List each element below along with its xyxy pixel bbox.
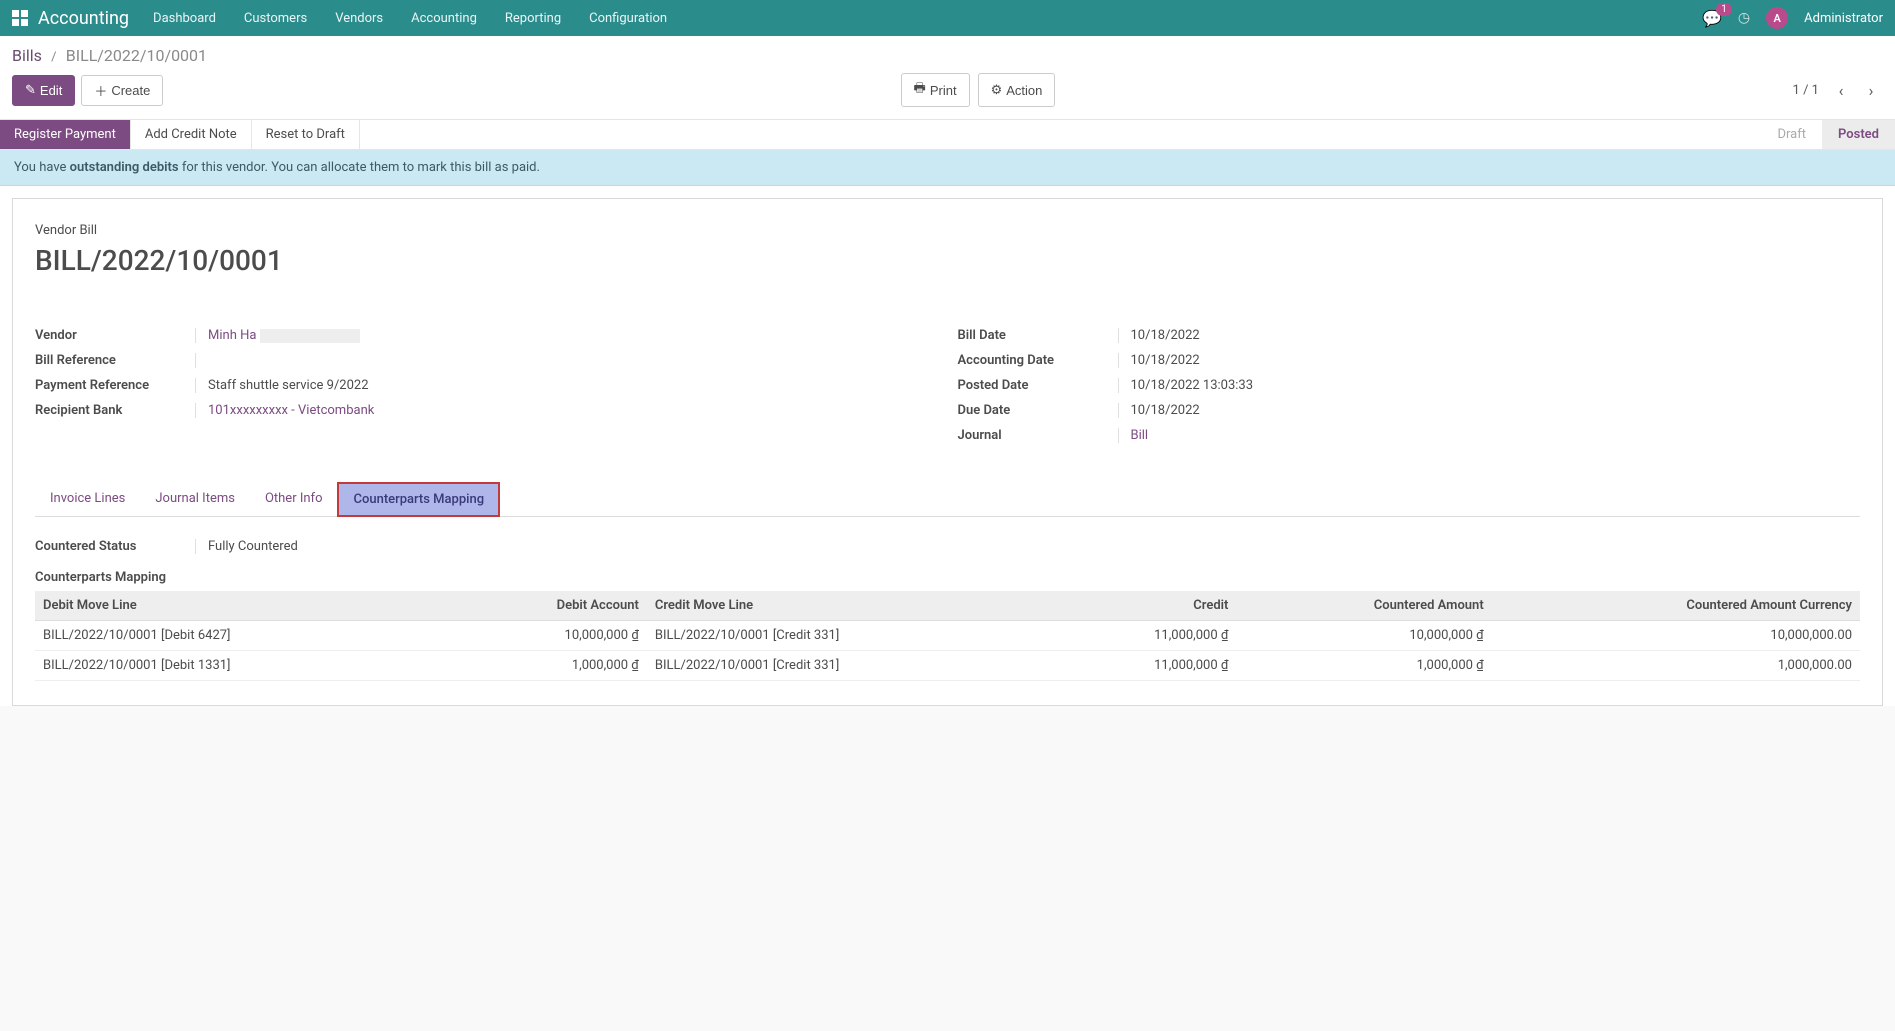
print-icon: 🖶 — [914, 79, 926, 101]
redacted-icon — [260, 329, 360, 343]
bill-date-label: Bill Date — [958, 328, 1118, 343]
table-row[interactable]: BILL/2022/10/0001 [Debit 6427] 10,000,00… — [35, 621, 1860, 651]
action-bar: Register Payment Add Credit Note Reset t… — [0, 119, 1895, 150]
nav-vendors[interactable]: Vendors — [335, 11, 383, 26]
chat-badge: 1 — [1716, 3, 1732, 16]
counterparts-table: Debit Move Line Debit Account Credit Mov… — [35, 591, 1860, 681]
pencil-icon: ✎ — [25, 82, 36, 98]
add-credit-note-button[interactable]: Add Credit Note — [131, 120, 252, 149]
bill-date-value: 10/18/2022 — [1118, 328, 1861, 343]
countered-status-label: Countered Status — [35, 539, 195, 554]
tab-journal-items[interactable]: Journal Items — [140, 482, 250, 517]
col-debit-move-line[interactable]: Debit Move Line — [35, 591, 448, 621]
bill-reference-label: Bill Reference — [35, 353, 195, 368]
tabs: Invoice Lines Journal Items Other Info C… — [35, 482, 1860, 517]
posted-date-label: Posted Date — [958, 378, 1118, 393]
register-payment-button[interactable]: Register Payment — [0, 120, 131, 149]
nav-reporting[interactable]: Reporting — [505, 11, 561, 26]
col-credit-move-line[interactable]: Credit Move Line — [647, 591, 1053, 621]
pager-next-icon[interactable]: › — [1859, 78, 1883, 102]
breadcrumb: Bills / BILL/2022/10/0001 — [0, 36, 1895, 69]
accounting-date-label: Accounting Date — [958, 353, 1118, 368]
apps-icon[interactable] — [12, 10, 28, 26]
payment-reference-label: Payment Reference — [35, 378, 195, 393]
pager[interactable]: 1 / 1 — [1793, 83, 1819, 98]
record-type-label: Vendor Bill — [35, 223, 1860, 238]
col-credit[interactable]: Credit — [1053, 591, 1236, 621]
nav-configuration[interactable]: Configuration — [589, 11, 667, 26]
col-countered-amount[interactable]: Countered Amount — [1236, 591, 1491, 621]
recipient-bank-label: Recipient Bank — [35, 403, 195, 418]
counterparts-section-title: Counterparts Mapping — [35, 570, 1860, 585]
gear-icon: ⚙ — [991, 82, 1003, 98]
nav-dashboard[interactable]: Dashboard — [153, 11, 216, 26]
accounting-date-value: 10/18/2022 — [1118, 353, 1861, 368]
nav-customers[interactable]: Customers — [244, 11, 307, 26]
table-row[interactable]: BILL/2022/10/0001 [Debit 1331] 1,000,000… — [35, 651, 1860, 681]
breadcrumb-sep: / — [51, 50, 56, 65]
recipient-bank-value[interactable]: 101xxxxxxxxx - Vietcombank — [195, 403, 938, 418]
status-draft: Draft — [1761, 120, 1822, 149]
controls-row: ✎Edit ＋Create 🖶Print ⚙Action 1 / 1 ‹ › — [0, 69, 1895, 119]
top-menu: Dashboard Customers Vendors Accounting R… — [153, 11, 667, 26]
status-posted: Posted — [1822, 120, 1895, 149]
reset-to-draft-button[interactable]: Reset to Draft — [252, 120, 360, 149]
due-date-value: 10/18/2022 — [1118, 403, 1861, 418]
journal-label: Journal — [958, 428, 1118, 443]
breadcrumb-current: BILL/2022/10/0001 — [66, 46, 207, 65]
edit-button[interactable]: ✎Edit — [12, 75, 75, 106]
record-title: BILL/2022/10/0001 — [35, 244, 1860, 277]
form-sheet: Vendor Bill BILL/2022/10/0001 Vendor Min… — [12, 198, 1883, 706]
tab-counterparts-mapping[interactable]: Counterparts Mapping — [337, 482, 500, 517]
col-debit-account[interactable]: Debit Account — [448, 591, 647, 621]
tab-other-info[interactable]: Other Info — [250, 482, 338, 517]
pager-prev-icon[interactable]: ‹ — [1829, 78, 1853, 102]
print-button[interactable]: 🖶Print — [901, 73, 970, 107]
bill-reference-value — [195, 353, 938, 368]
payment-reference-value: Staff shuttle service 9/2022 — [195, 378, 938, 393]
action-button[interactable]: ⚙Action — [978, 73, 1056, 107]
countered-status-value: Fully Countered — [195, 539, 298, 554]
breadcrumb-parent[interactable]: Bills — [12, 46, 42, 65]
chat-icon[interactable]: 💬1 — [1702, 9, 1722, 28]
username[interactable]: Administrator — [1804, 11, 1883, 26]
avatar[interactable]: A — [1766, 7, 1788, 29]
journal-value[interactable]: Bill — [1118, 428, 1861, 443]
nav-accounting[interactable]: Accounting — [411, 11, 477, 26]
activities-icon[interactable]: ◷ — [1738, 10, 1750, 26]
due-date-label: Due Date — [958, 403, 1118, 418]
plus-icon: ＋ — [94, 81, 107, 100]
outstanding-alert: You have outstanding debits for this ven… — [0, 150, 1895, 186]
tab-invoice-lines[interactable]: Invoice Lines — [35, 482, 140, 517]
posted-date-value: 10/18/2022 13:03:33 — [1118, 378, 1861, 393]
brand[interactable]: Accounting — [38, 8, 129, 29]
create-button[interactable]: ＋Create — [81, 75, 163, 106]
vendor-value[interactable]: Minh Ha — [195, 328, 938, 343]
top-nav: Accounting Dashboard Customers Vendors A… — [0, 0, 1895, 36]
col-countered-amount-currency[interactable]: Countered Amount Currency — [1492, 591, 1860, 621]
vendor-label: Vendor — [35, 328, 195, 343]
